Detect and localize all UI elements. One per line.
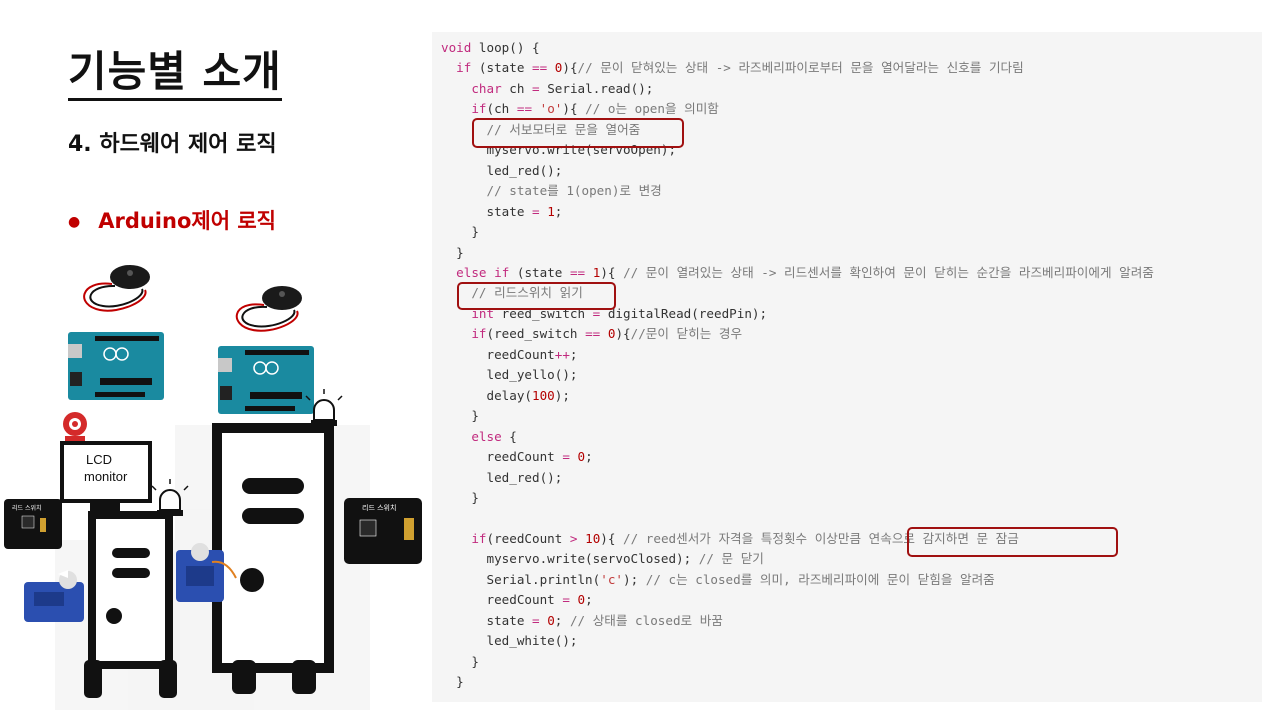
highlight-servo-open [472, 118, 684, 148]
code-line: reedCount = 0; [441, 592, 593, 608]
code-line: led_yello(); [441, 367, 578, 383]
buzzer-right-icon [235, 286, 302, 332]
highlight-continuous-lock [907, 527, 1118, 557]
lcd-label-1: LCD [86, 452, 112, 467]
lcd-monitor-icon: LCD monitor [60, 441, 152, 511]
code-line: reedCount++; [441, 346, 578, 362]
code-line: else if (state == 1){ // 문이 열려있는 상태 -> 리… [456, 264, 1154, 280]
code-line: } [441, 653, 479, 669]
code-line: if(reed_switch == 0){//문이 닫히는 경우 [471, 326, 743, 342]
bullet-item: ● Arduino제어 로직 [68, 205, 276, 235]
code-line: } [441, 244, 464, 260]
svg-text:리드 스위치: 리드 스위치 [12, 504, 42, 512]
code-line: char ch = Serial.read(); [471, 80, 654, 96]
code-line: reedCount = 0; [441, 449, 593, 465]
lcd-label-2: monitor [84, 469, 128, 484]
code-line: } [441, 674, 464, 690]
code-line: if (state == 0){// 문이 닫혀있는 상태 -> 라즈베리파이로… [456, 60, 1024, 76]
hardware-illustration: LCD monitor 리드 스위치 리드 스위치 [4, 265, 422, 710]
arduino-left-icon [68, 332, 164, 400]
arduino-right-icon [218, 346, 314, 414]
code-line: } [441, 224, 479, 240]
slide-title: 기능별 소개 [68, 48, 282, 101]
code-line: } [441, 489, 479, 505]
code-line: state = 0; // 상태를 closed로 바꿈 [441, 612, 723, 628]
reed-switch-left-icon: 리드 스위치 [4, 499, 62, 549]
code-line: void loop() { [441, 40, 540, 55]
slide-subtitle: 4. 하드웨어 제어 로직 [68, 132, 277, 157]
reed-switch-right-icon: 리드 스위치 [344, 498, 422, 564]
highlight-reed-read [457, 282, 616, 310]
code-line: state = 1; [441, 203, 563, 219]
code-line: led_red(); [441, 469, 563, 485]
bullet-text: Arduino제어 로직 [98, 209, 276, 233]
code-line: if(ch == 'o'){ // o는 open을 의미함 [471, 101, 719, 117]
code-line: Serial.println('c'); // c는 closed를 의미, 라… [441, 571, 995, 587]
servo-left-icon [24, 570, 84, 622]
code-line: // state를 1(open)로 변경 [486, 183, 662, 199]
code-line: } [441, 408, 479, 424]
door-large-icon [212, 423, 334, 694]
code-line: delay(100); [441, 387, 570, 403]
webcam-icon [63, 412, 87, 441]
code-line: myservo.write(servoClosed); // 문 닫기 [441, 551, 764, 567]
code-line: led_red(); [441, 162, 563, 178]
code-line: led_white(); [441, 633, 578, 649]
buzzer-left-icon [83, 265, 150, 312]
bullet-dot-icon: ● [68, 214, 81, 230]
svg-text:리드 스위치: 리드 스위치 [362, 503, 396, 512]
code-line: else { [471, 428, 517, 444]
